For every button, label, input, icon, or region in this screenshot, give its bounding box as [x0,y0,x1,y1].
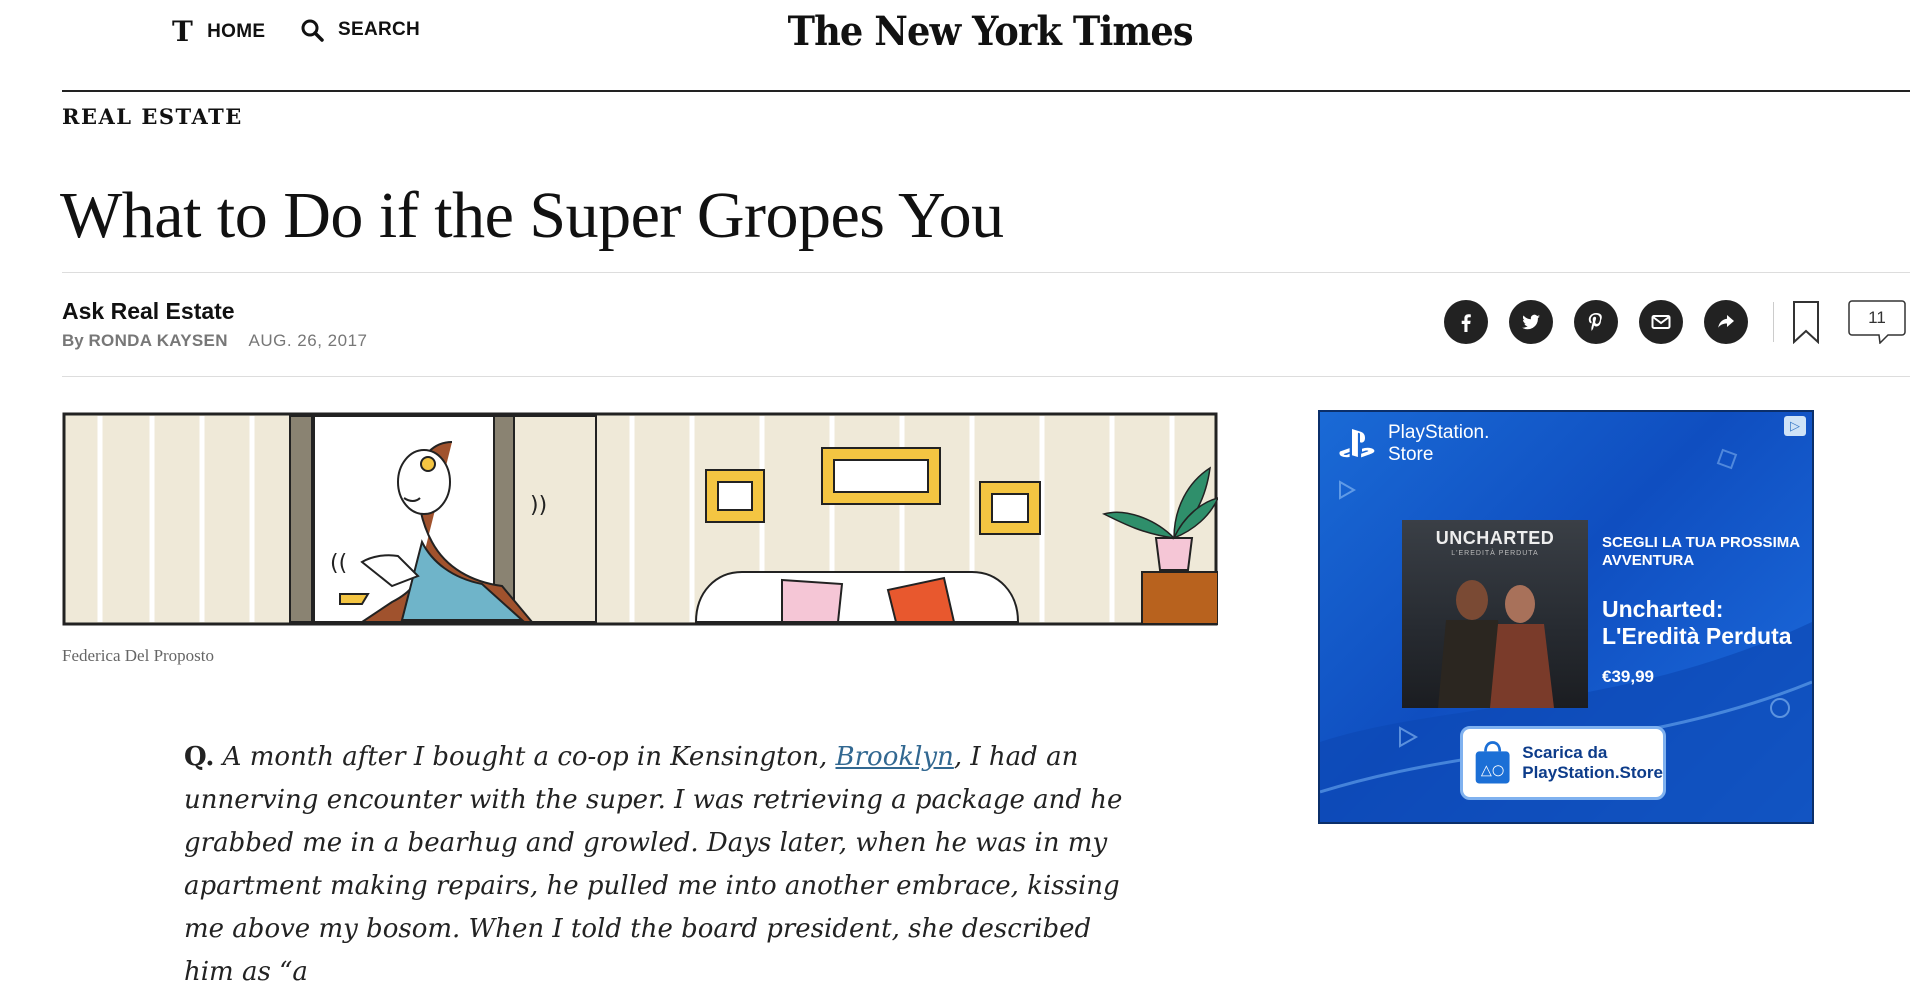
game-box-art: UNCHARTED L'EREDITÀ PERDUTA [1402,520,1588,708]
body-text-rest: , I had an unnerving encounter with the … [184,742,1123,987]
byline: By RONDA KAYSEN AUG. 26, 2017 [62,331,367,351]
svg-text:((: (( [330,551,347,576]
store-bag-icon: △○ [1475,741,1510,784]
headline-rule [62,272,1910,273]
section-label[interactable]: REAL ESTATE [62,104,243,129]
column-kicker[interactable]: Ask Real Estate [62,298,235,325]
svg-text:△○: △○ [1481,763,1504,779]
top-navigation: T HOME SEARCH The New York Times [0,0,1920,64]
game-characters-art [1438,580,1554,708]
ad-tagline: SCEGLI LA TUA PROSSIMA AVVENTURA [1602,534,1800,569]
download-from-store-button[interactable]: △○ Scarica da PlayStation.Store [1460,726,1666,800]
author-link[interactable]: RONDA KAYSEN [88,331,227,350]
image-credit: Federica Del Proposto [62,646,215,665]
email-icon [1651,315,1671,329]
ad-game-title: Uncharted: L'Eredità Perduta [1602,596,1792,649]
box-title: UNCHARTED [1435,528,1555,548]
comment-count: 11 [1868,308,1886,327]
header-rule [62,90,1910,92]
pinterest-icon [1588,313,1602,331]
share-facebook-button[interactable] [1444,300,1488,344]
question-label: Q. [184,742,215,772]
cta-line1: Scarica da [1522,743,1608,762]
share-tools [1444,300,1820,344]
share-pinterest-button[interactable] [1574,300,1618,344]
article-body-paragraph: Q. A month after I bought a co-op in Ken… [184,736,1134,994]
box-subtitle: L'EREDITÀ PERDUTA [1451,550,1539,557]
masthead-logo[interactable]: The New York Times [0,8,1920,55]
share-more-button[interactable] [1704,300,1748,344]
article-headline: What to Do if the Super Gropes You [60,179,1004,252]
share-icon [1718,315,1734,328]
byline-prefix: By [62,331,84,350]
share-twitter-button[interactable] [1509,300,1553,344]
brooklyn-link[interactable]: Brooklyn [836,742,954,772]
share-email-button[interactable] [1639,300,1683,344]
body-text-start: A month after I bought a co-op in Kensin… [222,742,836,772]
svg-text:)): )) [530,493,547,518]
cta-line2: PlayStation.Store [1522,763,1663,782]
share-divider [1773,302,1774,342]
facebook-icon [1461,314,1471,332]
byline-rule [62,376,1910,377]
twitter-icon [1522,314,1540,330]
bookmark-icon[interactable] [1792,300,1820,344]
playstation-store-ad[interactable]: PlayStation. Store ▷ UNCHARTED L'EREDITÀ… [1318,410,1814,824]
publish-date: AUG. 26, 2017 [248,331,368,350]
article-illustration[interactable]: (( )) [62,412,1218,626]
ad-price: €39,99 [1602,667,1654,686]
comments-button[interactable]: 11 [1848,300,1906,345]
